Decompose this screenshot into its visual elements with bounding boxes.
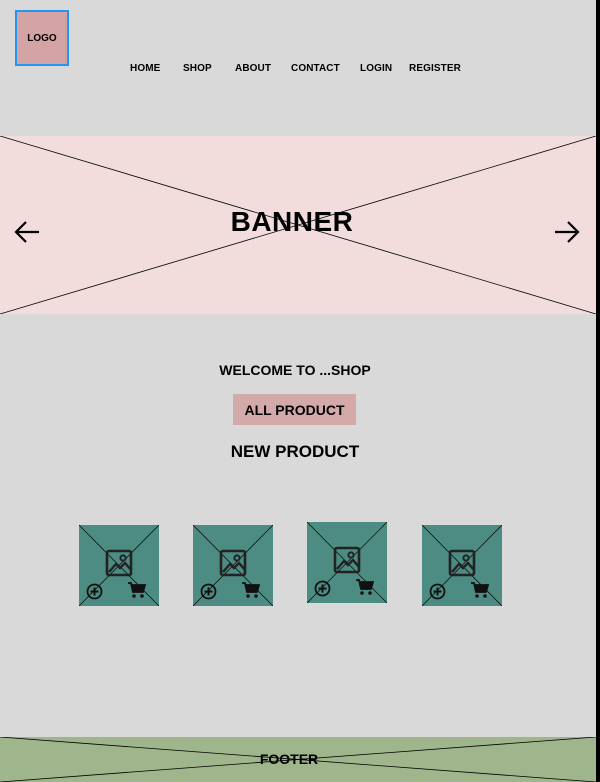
nav-item-about[interactable]: ABOUT	[235, 63, 271, 74]
cart-icon[interactable]	[241, 581, 261, 599]
welcome-text: WELCOME TO ...SHOP	[219, 362, 371, 378]
add-circle-icon[interactable]	[200, 583, 217, 600]
logo-label: LOGO	[27, 32, 57, 44]
nav-item-shop[interactable]: SHOP	[183, 63, 212, 74]
main-nav: HOME SHOP ABOUT CONTACT LOGIN REGISTER	[0, 63, 600, 77]
product-card[interactable]	[193, 525, 273, 606]
footer-label: FOOTER	[259, 751, 319, 767]
nav-item-login[interactable]: LOGIN	[360, 63, 392, 74]
cart-icon[interactable]	[355, 578, 375, 596]
image-placeholder-icon	[219, 549, 247, 577]
banner-title: BANNER	[230, 206, 354, 237]
all-products-button[interactable]: ALL PRODUCT	[233, 394, 356, 425]
image-placeholder-icon	[105, 549, 133, 577]
product-card[interactable]	[307, 522, 387, 603]
image-placeholder-icon	[333, 546, 361, 574]
product-card[interactable]	[79, 525, 159, 606]
add-circle-icon[interactable]	[86, 583, 103, 600]
add-circle-icon[interactable]	[429, 583, 446, 600]
cart-icon[interactable]	[470, 581, 490, 599]
nav-item-register[interactable]: REGISTER	[409, 63, 461, 74]
new-product-heading: NEW PRODUCT	[230, 442, 360, 461]
nav-item-home[interactable]: HOME	[130, 63, 160, 74]
nav-item-contact[interactable]: CONTACT	[291, 63, 340, 74]
page-right-edge	[596, 0, 600, 782]
add-circle-icon[interactable]	[314, 580, 331, 597]
logo[interactable]: LOGO	[15, 10, 69, 66]
banner: BANNER	[0, 136, 596, 314]
cart-icon[interactable]	[127, 581, 147, 599]
product-card[interactable]	[422, 525, 502, 606]
footer: FOOTER	[0, 737, 596, 782]
image-placeholder-icon	[448, 549, 476, 577]
arrow-left-icon[interactable]	[13, 220, 41, 244]
arrow-right-icon[interactable]	[553, 220, 581, 244]
